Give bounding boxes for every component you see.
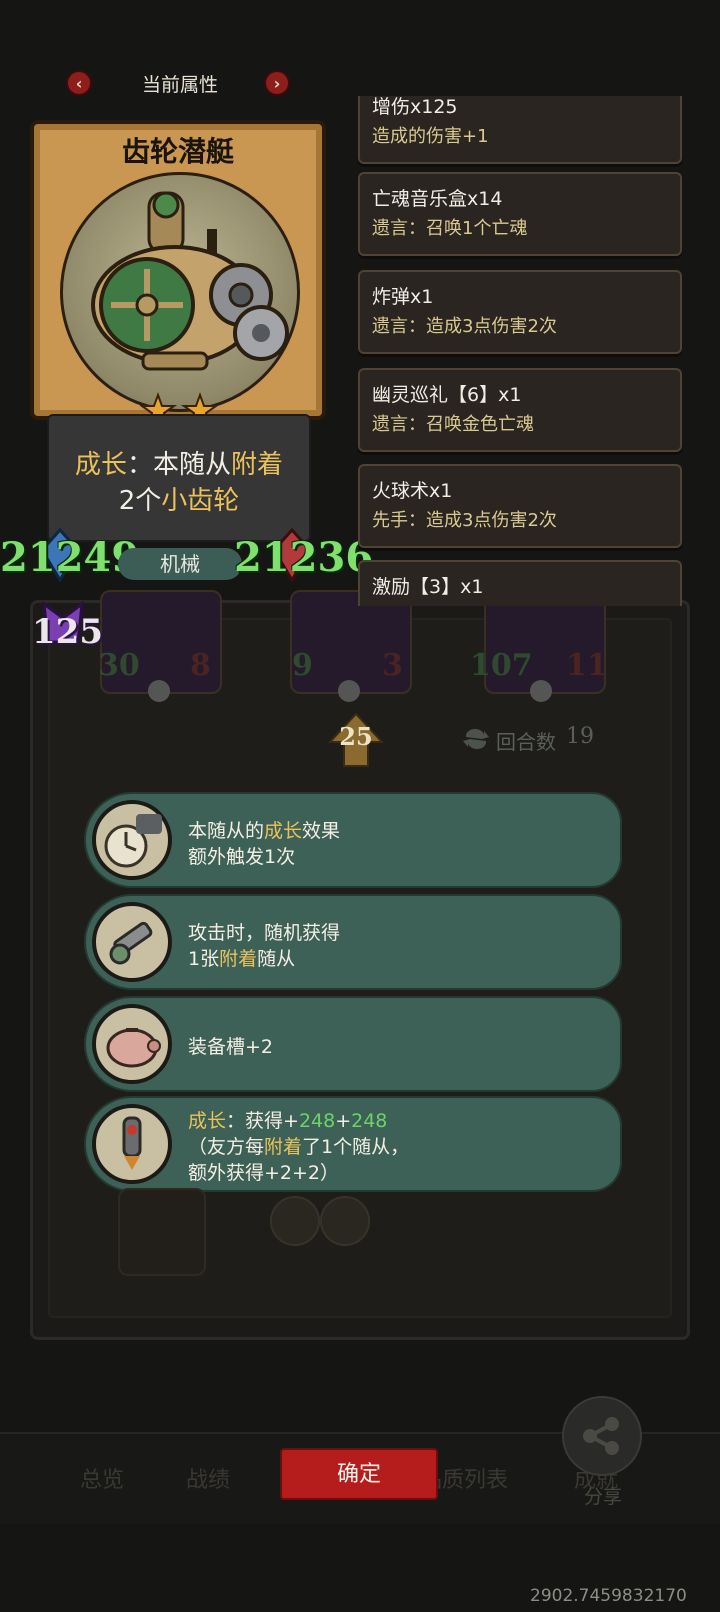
chevron-left-icon: ‹: [75, 74, 83, 93]
pocket-watch-icon: [92, 800, 172, 880]
minion-description-line2: 2个小齿轮: [118, 486, 240, 516]
skull-icon: [338, 680, 360, 702]
chevron-right-icon: ›: [273, 74, 281, 93]
keyword-growth: 成长: [264, 820, 303, 842]
skull-icon: [530, 680, 552, 702]
skull-icon: [148, 680, 170, 702]
minion-portrait: [60, 172, 300, 412]
keyword-item: 幽灵巡礼【6】x1 遗言：召唤金色亡魂: [358, 368, 682, 452]
tavern-upgrade-level: 25: [339, 722, 373, 751]
next-attribute-button[interactable]: ›: [264, 70, 290, 96]
keyword-growth: 成长: [74, 450, 127, 480]
keyword-growth: 成长: [188, 1110, 227, 1132]
prev-attribute-button[interactable]: ‹: [66, 70, 92, 96]
minion-tribe: 机械: [118, 548, 242, 580]
tab-record[interactable]: 战绩: [186, 1462, 230, 1494]
keyword-item: 炸弹x1 遗言：造成3点伤害2次: [358, 270, 682, 354]
mech-arm-icon: [92, 902, 172, 982]
equipment-item[interactable]: 攻击时，随机获得 1张附着随从: [84, 894, 622, 990]
board-minion-attack: 30: [98, 648, 140, 683]
minion-health: 21236: [234, 534, 374, 581]
equipment-item[interactable]: 成长：获得+248+248 （友方每附着了1个随从， 额外获得+2+2）: [84, 1096, 622, 1192]
coordinate-readout: 2902.7459832170: [530, 1586, 687, 1606]
keyword-list[interactable]: 增伤x125 造成的伤害+1 亡魂音乐盒x14 遗言：召唤1个亡魂 炸弹x1 遗言：造…: [356, 96, 686, 606]
keyword-attach: 附着: [219, 948, 258, 970]
board-minion-health: 3: [382, 648, 403, 683]
board-minion-health: 8: [190, 648, 211, 683]
rocket-gear-icon: [92, 1104, 172, 1184]
board-hero-portrait: [118, 1188, 206, 1276]
keyword-item: 增伤x125 造成的伤害+1: [358, 96, 682, 164]
board-minion-attack: 107: [470, 648, 533, 683]
share-button[interactable]: [562, 1396, 642, 1476]
keyword-item: 亡魂音乐盒x14 遗言：召唤1个亡魂: [358, 172, 682, 256]
keyword-attach: 附着: [231, 450, 284, 480]
board-minion-health: 11: [566, 648, 608, 683]
round-count-value: 19: [566, 724, 594, 749]
gear-submarine-icon: [91, 191, 289, 371]
share-label: 分享: [584, 1486, 623, 1508]
keyword-item: 火球术x1 先手：造成3点伤害2次: [358, 464, 682, 548]
keyword-small-gear: 小齿轮: [161, 486, 240, 516]
keyword-attach: 附着: [264, 1136, 303, 1158]
keyword-item: 激励【3】x1: [358, 560, 682, 606]
confirm-button[interactable]: 确定: [280, 1448, 438, 1500]
equipment-item[interactable]: 本随从的成长效果 额外触发1次: [84, 792, 622, 888]
board-equipment-slot: [320, 1196, 370, 1246]
piggy-bank-icon: [92, 1004, 172, 1084]
minion-description-line1: 成长：本随从附着: [74, 450, 284, 480]
minion-name: 齿轮潜艇: [121, 135, 234, 168]
page-title: 当前属性: [141, 74, 218, 96]
tab-overview[interactable]: 总览: [80, 1462, 124, 1494]
damage-bonus-value: 125: [32, 612, 103, 652]
board-equipment-slot: [270, 1196, 320, 1246]
round-count-label: 回合数: [496, 730, 556, 754]
share-icon: [583, 1417, 619, 1455]
board-minion-attack: 9: [292, 648, 313, 683]
round-cycle-icon: [463, 728, 489, 750]
equipment-item[interactable]: 装备槽+2: [84, 996, 622, 1092]
